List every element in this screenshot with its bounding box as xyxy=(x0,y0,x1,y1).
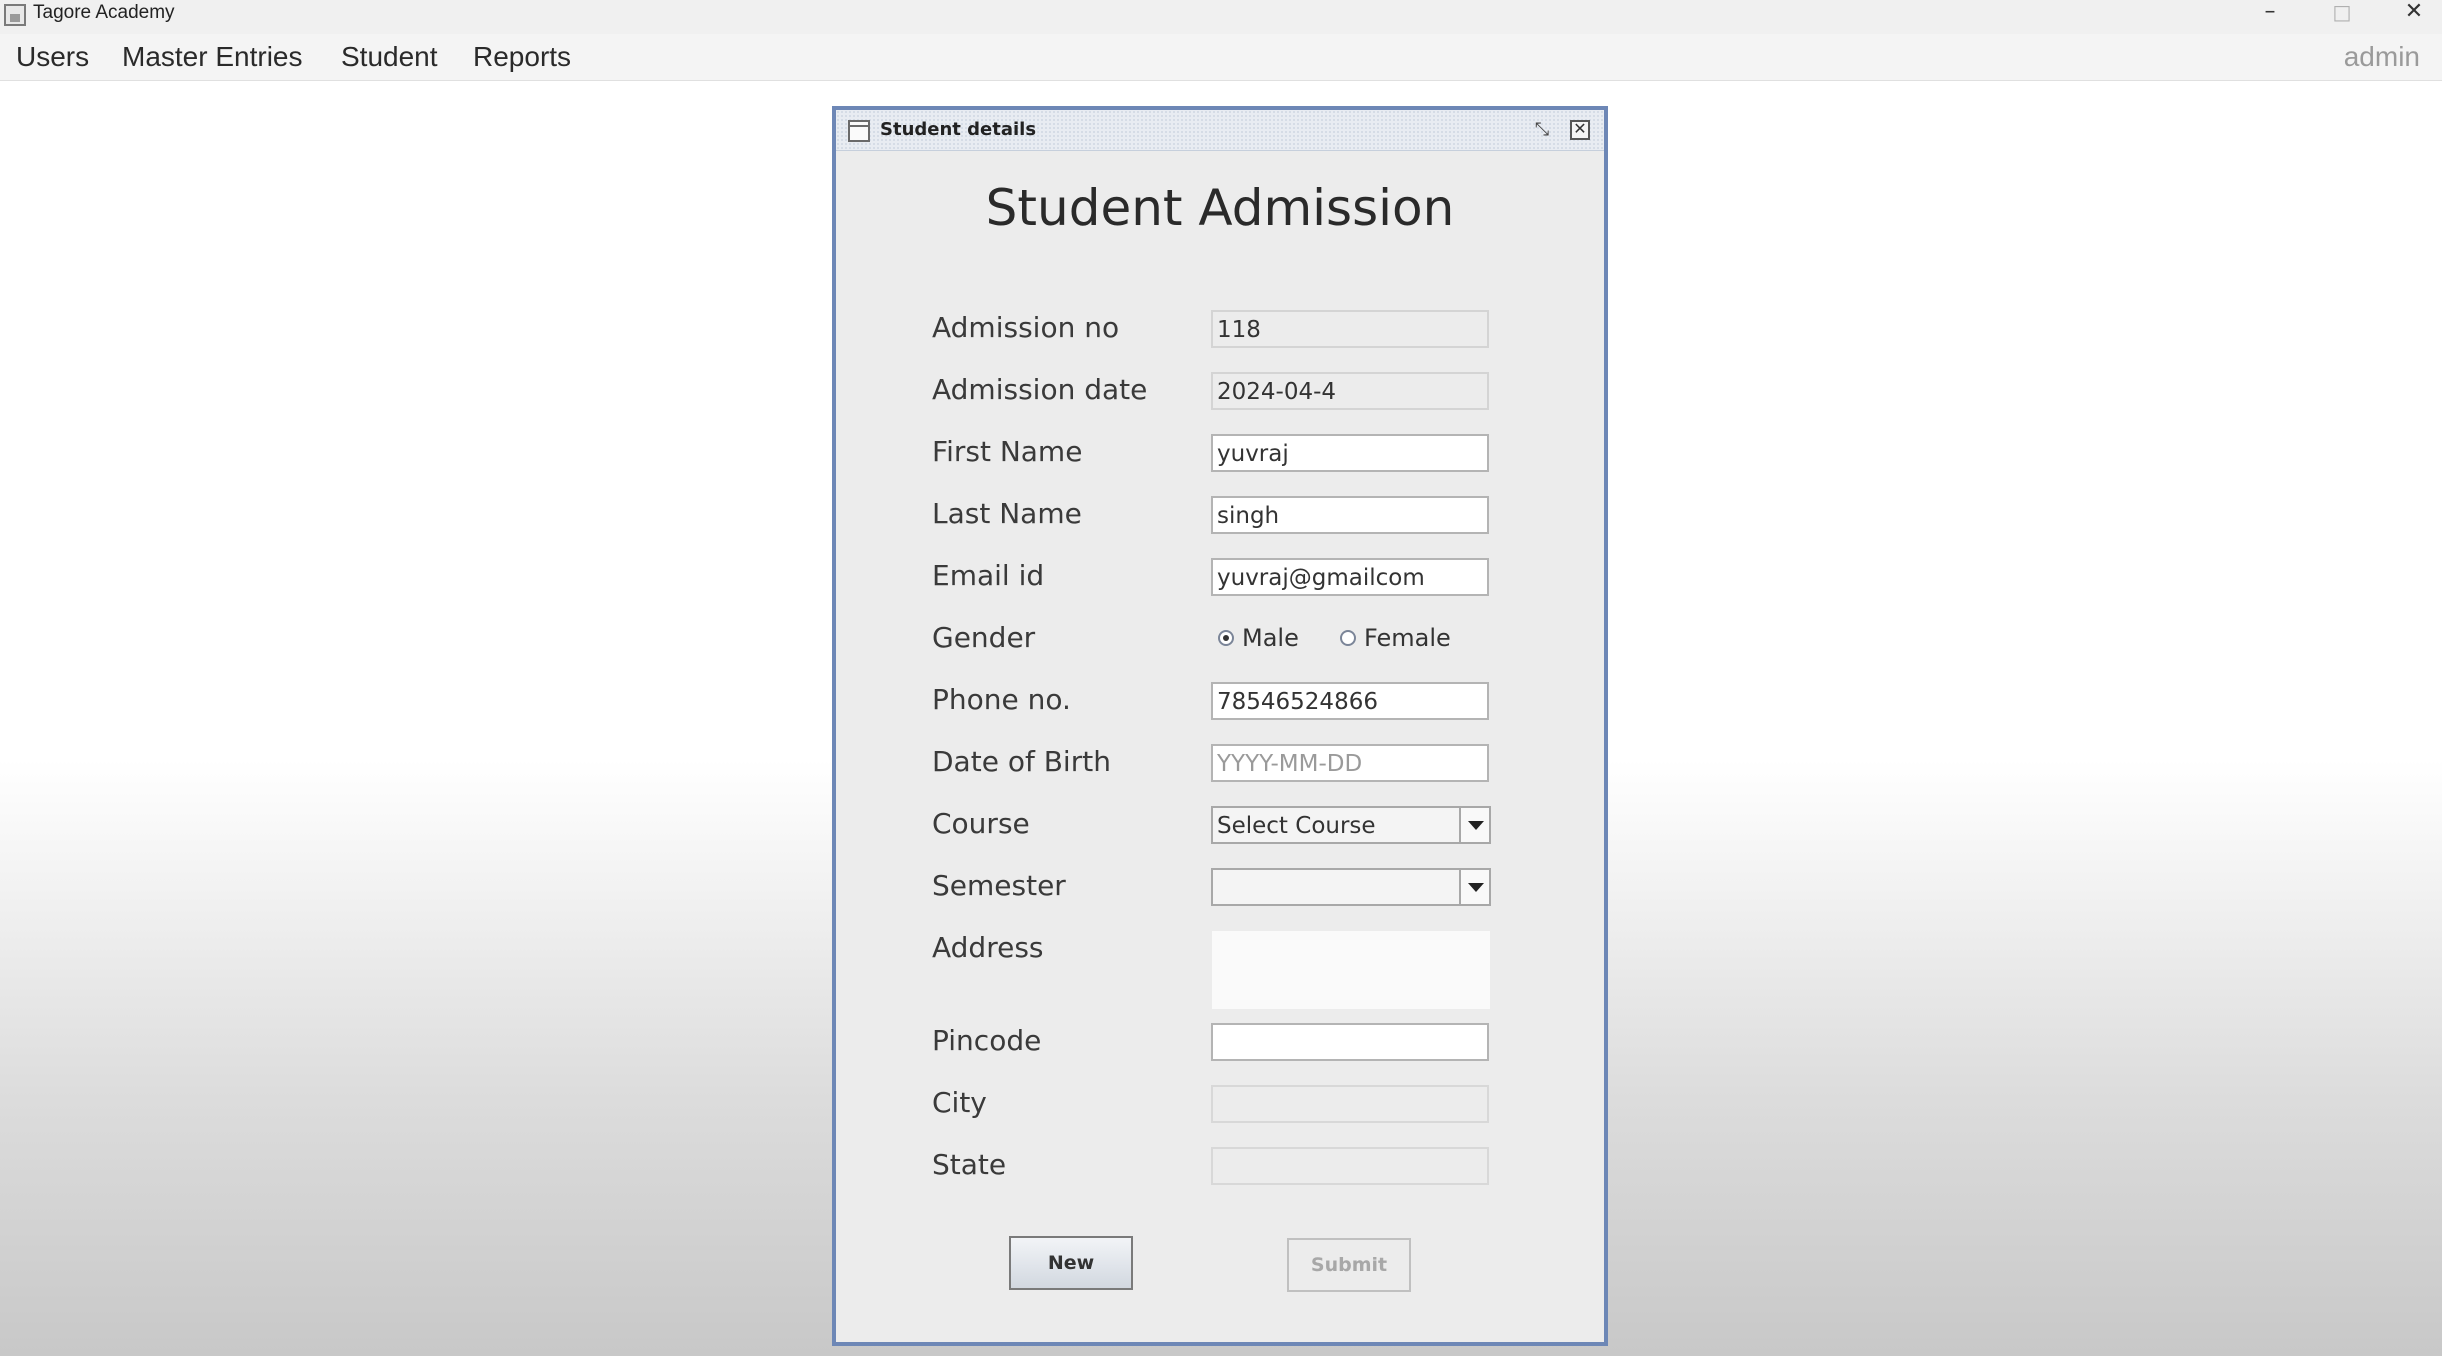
maximize-button[interactable]: □ xyxy=(2314,0,2370,26)
gender-female-label[interactable]: Female xyxy=(1364,622,1451,654)
admission-no-label: Admission no xyxy=(932,311,1120,344)
chevron-down-icon[interactable] xyxy=(1459,808,1489,842)
last-name-label: Last Name xyxy=(932,497,1082,530)
dob-input[interactable]: YYYY-MM-DD xyxy=(1211,744,1489,782)
gender-male-label[interactable]: Male xyxy=(1242,622,1299,654)
course-select-value: Select Course xyxy=(1217,813,1376,839)
frame-restore-icon[interactable]: ⤡ xyxy=(1530,118,1554,142)
app-title-bar: Tagore Academy – □ ✕ xyxy=(0,0,2442,34)
pincode-label: Pincode xyxy=(932,1024,1042,1057)
address-label: Address xyxy=(932,931,1044,964)
admission-date-field: 2024-04-4 xyxy=(1211,372,1489,410)
address-textarea[interactable] xyxy=(1211,930,1491,1010)
submit-button[interactable]: Submit xyxy=(1287,1238,1411,1292)
state-label: State xyxy=(932,1148,1007,1181)
email-input[interactable]: yuvraj@gmailcom xyxy=(1211,558,1489,596)
admission-date-label: Admission date xyxy=(932,373,1148,406)
course-select[interactable]: Select Course xyxy=(1211,806,1491,844)
pincode-input[interactable] xyxy=(1211,1023,1489,1061)
menu-student[interactable]: Student xyxy=(341,40,438,74)
city-label: City xyxy=(932,1086,987,1119)
semester-label: Semester xyxy=(932,869,1066,902)
new-button[interactable]: New xyxy=(1009,1236,1133,1290)
menu-reports[interactable]: Reports xyxy=(473,40,571,74)
menu-users[interactable]: Users xyxy=(16,40,89,74)
frame-title-bar[interactable]: Student details ⤡ ✕ xyxy=(836,110,1604,151)
dob-label: Date of Birth xyxy=(932,745,1111,778)
phone-label: Phone no. xyxy=(932,683,1071,716)
phone-input[interactable]: 78546524866 xyxy=(1211,682,1489,720)
state-field xyxy=(1211,1147,1489,1185)
gender-label: Gender xyxy=(932,621,1036,654)
form-heading: Student Admission xyxy=(985,179,1455,237)
gender-male-radio[interactable] xyxy=(1218,630,1234,646)
app-icon xyxy=(4,4,26,26)
frame-title: Student details xyxy=(880,119,1037,140)
gender-female-radio[interactable] xyxy=(1340,630,1356,646)
frame-close-icon[interactable]: ✕ xyxy=(1570,120,1590,140)
course-label: Course xyxy=(932,807,1030,840)
first-name-label: First Name xyxy=(932,435,1083,468)
semester-select[interactable] xyxy=(1211,868,1491,906)
chevron-down-icon[interactable] xyxy=(1459,870,1489,904)
last-name-input[interactable]: singh xyxy=(1211,496,1489,534)
student-details-frame: Student details ⤡ ✕ Student Admission Ad… xyxy=(832,106,1608,1346)
menu-bar: Users Master Entries Student Reports adm… xyxy=(0,34,2442,81)
admission-no-field: 118 xyxy=(1211,310,1489,348)
menu-master-entries[interactable]: Master Entries xyxy=(122,40,303,74)
app-title: Tagore Academy xyxy=(33,2,175,23)
frame-window-icon xyxy=(848,120,870,142)
email-label: Email id xyxy=(932,559,1045,592)
close-button[interactable]: ✕ xyxy=(2386,0,2442,26)
current-user-label: admin xyxy=(2343,41,2420,72)
first-name-input[interactable]: yuvraj xyxy=(1211,434,1489,472)
minimize-button[interactable]: – xyxy=(2242,0,2298,26)
city-field xyxy=(1211,1085,1489,1123)
